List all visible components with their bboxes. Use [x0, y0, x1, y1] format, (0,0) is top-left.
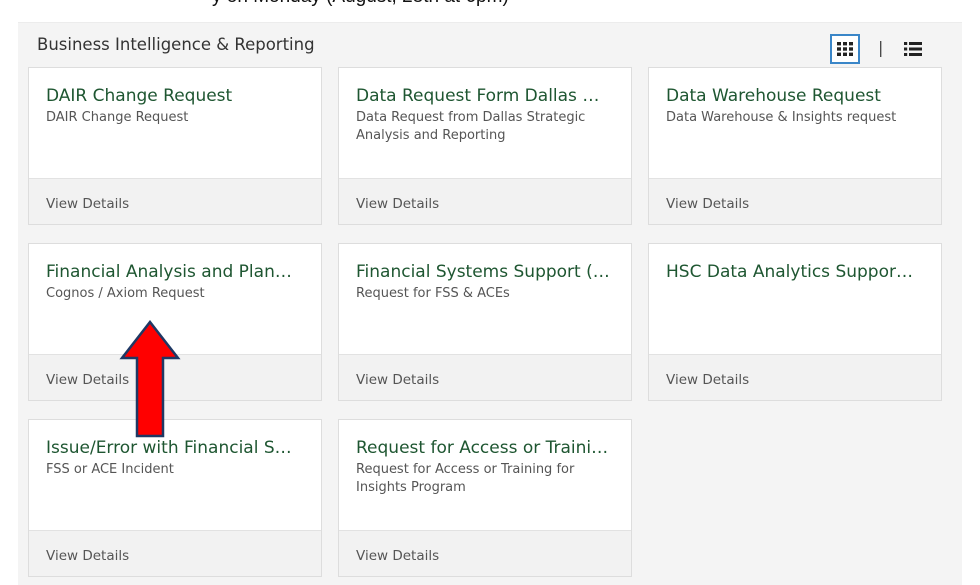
card-description: FSS or ACE Incident: [46, 462, 174, 477]
card-title[interactable]: Request for Access or Traini…: [356, 438, 614, 458]
card-title[interactable]: DAIR Change Request: [46, 86, 304, 106]
view-details-link[interactable]: View Details: [356, 548, 439, 564]
card-body: Data Request Form Dallas … Data Request …: [339, 68, 631, 178]
catalog-card[interactable]: Data Warehouse Request Data Warehouse & …: [648, 67, 942, 225]
card-description: Request for Access or Training for Insig…: [356, 462, 575, 495]
card-footer: View Details: [29, 178, 321, 224]
catalog-card[interactable]: Issue/Error with Financial S… FSS or ACE…: [28, 419, 322, 577]
card-footer: View Details: [29, 530, 321, 576]
card-description: Data Request from Dallas Strategic Analy…: [356, 110, 586, 143]
catalog-card[interactable]: Data Request Form Dallas … Data Request …: [338, 67, 632, 225]
card-body: DAIR Change Request DAIR Change Request: [29, 68, 321, 178]
card-title[interactable]: Data Warehouse Request: [666, 86, 924, 106]
view-details-link[interactable]: View Details: [46, 548, 129, 564]
card-title[interactable]: Financial Analysis and Plan…: [46, 262, 304, 282]
card-footer: View Details: [649, 178, 941, 224]
card-footer: View Details: [339, 530, 631, 576]
card-body: Data Warehouse Request Data Warehouse & …: [649, 68, 941, 178]
card-description: Data Warehouse & Insights request: [666, 110, 897, 125]
card-footer: View Details: [649, 354, 941, 400]
card-description: Cognos / Axiom Request: [46, 286, 205, 301]
view-details-link[interactable]: View Details: [666, 196, 749, 212]
category-title: Business Intelligence & Reporting: [37, 35, 315, 54]
view-details-link[interactable]: View Details: [46, 196, 129, 212]
card-body: Request for Access or Traini… Request fo…: [339, 420, 631, 530]
catalog-card[interactable]: DAIR Change Request DAIR Change Request …: [28, 67, 322, 225]
card-body: Financial Systems Support (… Request for…: [339, 244, 631, 354]
card-title[interactable]: Data Request Form Dallas …: [356, 86, 614, 106]
view-details-link[interactable]: View Details: [666, 372, 749, 388]
cropped-header-text: y on Monday (August, 28th at 6pm): [212, 0, 509, 8]
card-description: Request for FSS & ACEs: [356, 286, 510, 301]
catalog-card[interactable]: HSC Data Analytics Suppor… View Details: [648, 243, 942, 401]
card-footer: View Details: [339, 354, 631, 400]
view-toggle: |: [830, 34, 940, 64]
view-toggle-separator: |: [878, 38, 884, 57]
red-arrow-annotation: [119, 320, 181, 438]
catalog-card[interactable]: Request for Access or Traini… Request fo…: [338, 419, 632, 577]
grid-view-button[interactable]: [830, 34, 860, 64]
list-view-button[interactable]: [900, 37, 926, 61]
list-view-icon: [904, 42, 922, 56]
card-body: HSC Data Analytics Suppor…: [649, 244, 941, 354]
view-details-link[interactable]: View Details: [356, 196, 439, 212]
card-title[interactable]: Issue/Error with Financial S…: [46, 438, 304, 458]
catalog-card[interactable]: Financial Systems Support (… Request for…: [338, 243, 632, 401]
card-description: DAIR Change Request: [46, 110, 189, 125]
card-title[interactable]: Financial Systems Support (…: [356, 262, 614, 282]
card-title[interactable]: HSC Data Analytics Suppor…: [666, 262, 924, 282]
grid-view-icon: [837, 42, 853, 56]
view-details-link[interactable]: View Details: [46, 372, 129, 388]
view-details-link[interactable]: View Details: [356, 372, 439, 388]
card-footer: View Details: [339, 178, 631, 224]
